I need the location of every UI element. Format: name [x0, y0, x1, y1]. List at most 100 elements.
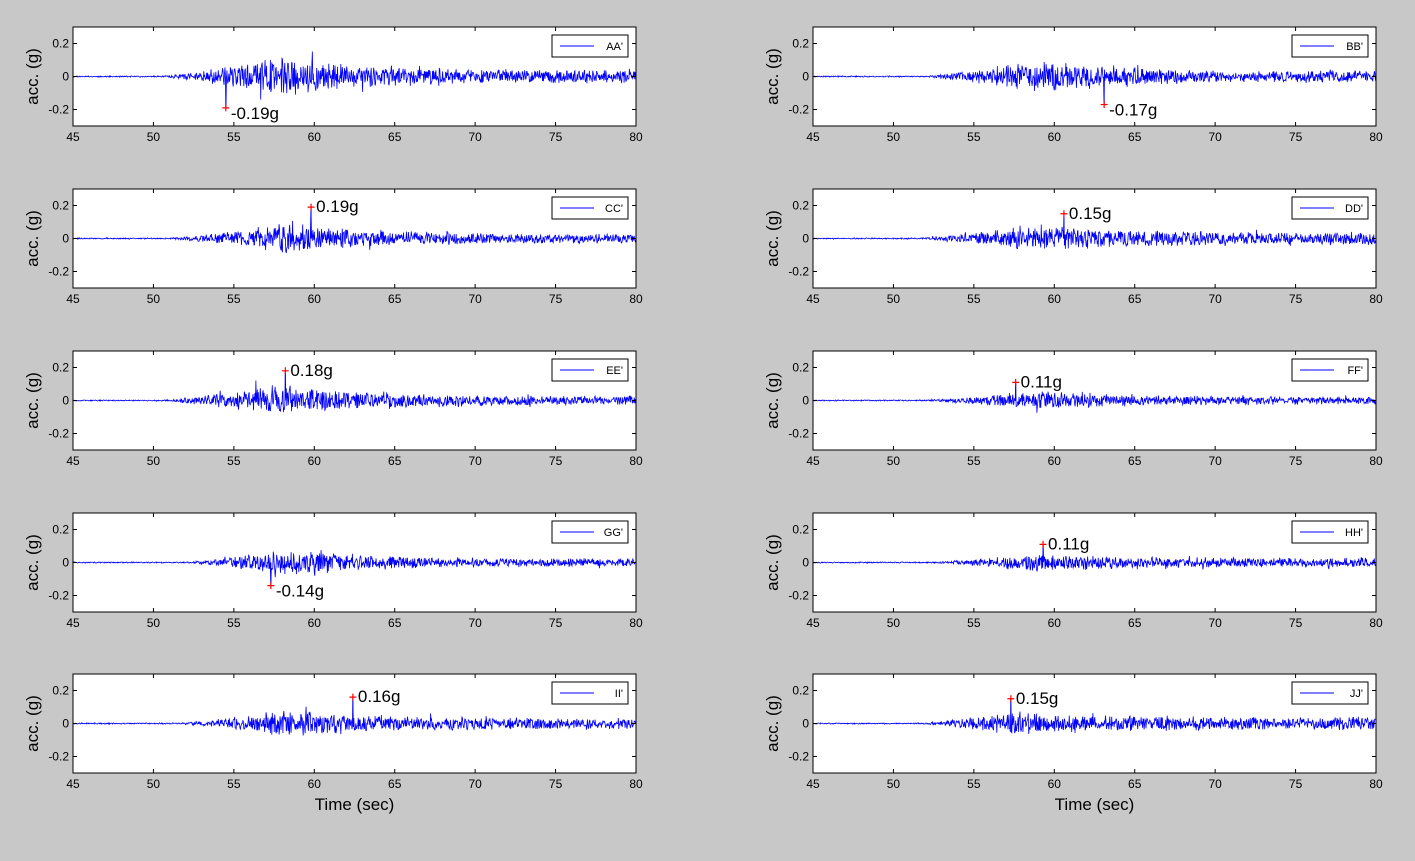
y-axis-label: acc. (g) — [23, 210, 42, 267]
x-tick-label: 75 — [549, 292, 563, 306]
x-tick-label: 50 — [147, 130, 161, 144]
legend-label: AA' — [606, 41, 623, 53]
subplot-3: 45 50 55 60 65 70 75 80 -0.2 0 0.2 acc. (g) CC' 0.19g — [23, 188, 643, 306]
x-tick-label: 55 — [967, 616, 981, 630]
x-tick-label: 50 — [887, 616, 901, 630]
subplot-10: 45 50 55 60 65 70 75 80 -0.2 0 0.2 acc. (g) Time (se… — [763, 673, 1383, 814]
x-tick-label: 80 — [629, 292, 643, 306]
y-tick-label: 0.2 — [52, 199, 69, 213]
x-tick-label: 45 — [66, 292, 80, 306]
x-tick-label: 70 — [1208, 616, 1222, 630]
peak-label: 0.11g — [1021, 372, 1062, 391]
y-tick-label: -0.2 — [48, 427, 69, 441]
x-tick-label: 65 — [1128, 616, 1142, 630]
x-tick-label: 55 — [967, 454, 981, 468]
x-tick-label: 70 — [468, 292, 482, 306]
x-tick-label: 70 — [468, 616, 482, 630]
y-axis-label: acc. (g) — [763, 534, 782, 591]
y-axis-label: acc. (g) — [763, 210, 782, 267]
y-tick-label: 0 — [802, 717, 809, 731]
subplot-4: 45 50 55 60 65 70 75 80 -0.2 0 0.2 acc. (g) DD' 0.15g — [763, 188, 1383, 306]
x-tick-label: 70 — [1208, 777, 1222, 791]
x-tick-label: 80 — [1369, 130, 1383, 144]
y-tick-label: 0.2 — [52, 684, 69, 698]
y-tick-label: -0.2 — [788, 265, 809, 279]
x-tick-label: 55 — [227, 777, 241, 791]
y-tick-label: -0.2 — [788, 103, 809, 117]
y-axis-label: acc. (g) — [23, 534, 42, 591]
y-tick-label: 0.2 — [52, 523, 69, 537]
x-tick-label: 50 — [147, 616, 161, 630]
x-tick-label: 55 — [227, 130, 241, 144]
x-tick-label: 55 — [227, 454, 241, 468]
y-axis-label: acc. (g) — [763, 48, 782, 105]
x-tick-label: 55 — [227, 616, 241, 630]
y-tick-label: -0.2 — [48, 265, 69, 279]
x-tick-label: 50 — [887, 130, 901, 144]
legend-label: CC' — [605, 203, 623, 215]
x-tick-label: 65 — [1128, 777, 1142, 791]
y-tick-label: -0.2 — [788, 427, 809, 441]
x-tick-label: 45 — [806, 130, 820, 144]
y-tick-label: -0.2 — [788, 589, 809, 603]
x-tick-label: 80 — [629, 454, 643, 468]
x-tick-label: 50 — [887, 777, 901, 791]
y-tick-label: -0.2 — [788, 750, 809, 764]
y-tick-label: 0 — [62, 717, 69, 731]
x-tick-label: 60 — [308, 777, 322, 791]
subplot-2: 45 50 55 60 65 70 75 80 -0.2 0 0.2 acc. (g) BB' -0.17… — [763, 26, 1383, 144]
x-tick-label: 50 — [147, 777, 161, 791]
subplot-8: 45 50 55 60 65 70 75 80 -0.2 0 0.2 acc. (g) HH' 0.11g — [763, 512, 1383, 630]
x-tick-label: 75 — [549, 454, 563, 468]
legend-label: DD' — [1345, 203, 1363, 215]
y-tick-label: -0.2 — [48, 750, 69, 764]
x-tick-label: 45 — [806, 616, 820, 630]
x-tick-label: 70 — [468, 454, 482, 468]
peak-label: 0.15g — [1016, 689, 1059, 708]
x-tick-label: 75 — [1289, 292, 1303, 306]
x-tick-label: 55 — [227, 292, 241, 306]
x-tick-label: 65 — [1128, 292, 1142, 306]
y-tick-label: 0.2 — [52, 361, 69, 375]
legend-label: FF' — [1347, 365, 1363, 377]
x-tick-label: 45 — [66, 130, 80, 144]
x-tick-label: 80 — [1369, 616, 1383, 630]
x-axis-label: Time (sec) — [1055, 795, 1135, 814]
peak-label: -0.19g — [231, 104, 279, 123]
legend-label: GG' — [604, 527, 623, 539]
y-tick-label: 0.2 — [792, 37, 809, 51]
y-tick-label: 0.2 — [792, 361, 809, 375]
y-axis-label: acc. (g) — [763, 372, 782, 429]
peak-label: -0.17g — [1109, 101, 1157, 120]
x-tick-label: 45 — [806, 777, 820, 791]
x-tick-label: 70 — [468, 130, 482, 144]
x-axis-label: Time (sec) — [315, 795, 395, 814]
x-tick-label: 65 — [388, 616, 402, 630]
x-tick-label: 70 — [468, 777, 482, 791]
x-tick-label: 65 — [388, 777, 402, 791]
peak-label: 0.15g — [1069, 204, 1112, 223]
x-tick-label: 80 — [629, 777, 643, 791]
x-tick-label: 45 — [66, 454, 80, 468]
x-tick-label: 60 — [1048, 292, 1062, 306]
x-tick-label: 50 — [887, 454, 901, 468]
y-tick-label: 0 — [802, 556, 809, 570]
x-tick-label: 75 — [1289, 454, 1303, 468]
y-tick-label: 0.2 — [52, 37, 69, 51]
x-tick-label: 60 — [1048, 454, 1062, 468]
subplot-5: 45 50 55 60 65 70 75 80 -0.2 0 0.2 acc. (g) EE' 0.18g — [23, 350, 643, 468]
y-tick-label: 0 — [62, 556, 69, 570]
figure: 45 50 55 60 65 70 75 80 -0.2 0 0.2 acc. (g) AA' -0.19… — [23, 26, 1383, 814]
x-tick-label: 45 — [806, 292, 820, 306]
x-tick-label: 65 — [388, 292, 402, 306]
x-tick-label: 70 — [1208, 292, 1222, 306]
x-tick-label: 75 — [549, 616, 563, 630]
x-tick-label: 80 — [1369, 454, 1383, 468]
x-tick-label: 80 — [1369, 777, 1383, 791]
y-tick-label: 0.2 — [792, 684, 809, 698]
peak-label: -0.14g — [276, 582, 324, 601]
subplot-6: 45 50 55 60 65 70 75 80 -0.2 0 0.2 acc. (g) FF' 0.11g — [763, 350, 1383, 468]
x-tick-label: 75 — [549, 777, 563, 791]
x-tick-label: 60 — [308, 616, 322, 630]
x-tick-label: 65 — [1128, 130, 1142, 144]
